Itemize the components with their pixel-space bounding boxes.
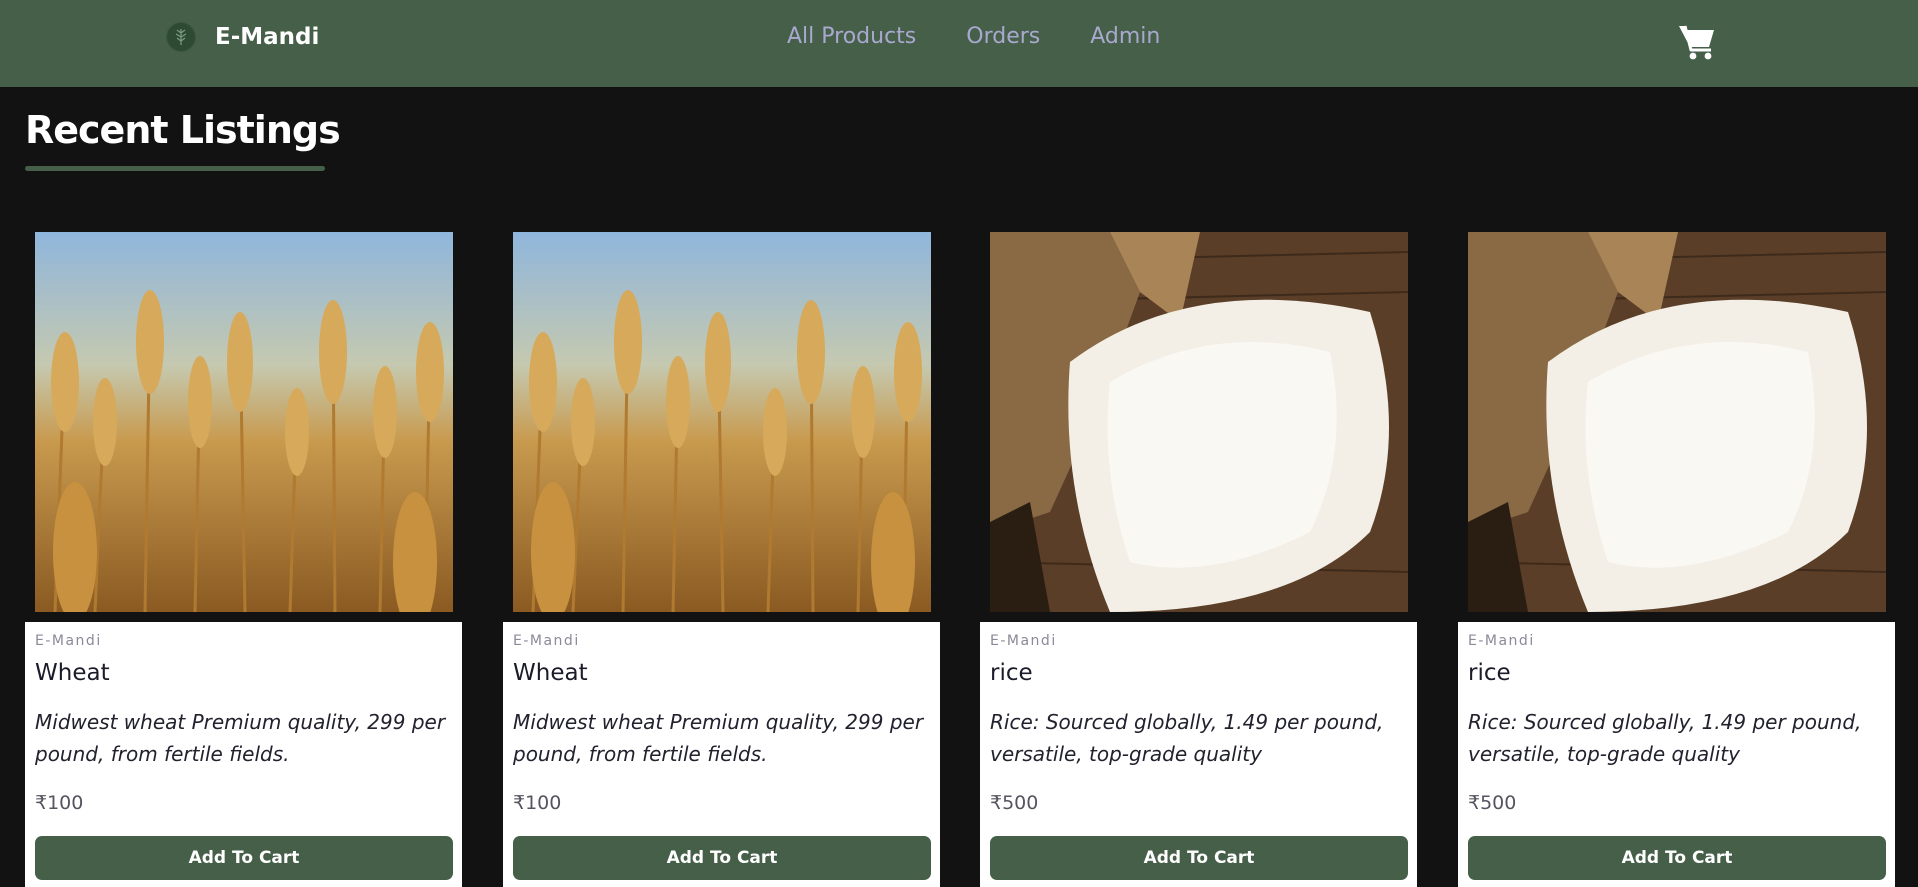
product-card-body: E-Mandi Wheat Midwest wheat Premium qual… bbox=[503, 622, 940, 887]
product-card: E-Mandi Wheat Midwest wheat Premium qual… bbox=[25, 222, 462, 887]
product-title[interactable]: Wheat bbox=[35, 660, 110, 686]
product-card: E-Mandi rice Rice: Sourced globally, 1.4… bbox=[980, 222, 1417, 887]
wheat-field-image[interactable] bbox=[513, 232, 931, 612]
rice-sack-image[interactable] bbox=[990, 232, 1408, 612]
product-grid: E-Mandi Wheat Midwest wheat Premium qual… bbox=[0, 0, 1918, 887]
product-title[interactable]: Wheat bbox=[513, 660, 588, 686]
product-card: E-Mandi Wheat Midwest wheat Premium qual… bbox=[503, 222, 940, 887]
product-price: ₹500 bbox=[990, 792, 1039, 814]
add-to-cart-button[interactable]: Add To Cart bbox=[990, 836, 1408, 880]
product-card-body: E-Mandi rice Rice: Sourced globally, 1.4… bbox=[1458, 622, 1895, 887]
product-brand: E-Mandi bbox=[35, 633, 102, 649]
add-to-cart-button[interactable]: Add To Cart bbox=[513, 836, 931, 880]
product-brand: E-Mandi bbox=[990, 633, 1057, 649]
wheat-field-image[interactable] bbox=[35, 232, 453, 612]
product-description: Midwest wheat Premium quality, 299 per p… bbox=[35, 710, 446, 766]
product-brand: E-Mandi bbox=[513, 633, 580, 649]
product-brand: E-Mandi bbox=[1468, 633, 1535, 649]
product-price: ₹100 bbox=[35, 792, 84, 814]
product-title[interactable]: rice bbox=[1468, 660, 1511, 686]
product-description: Rice: Sourced globally, 1.49 per pound, … bbox=[1468, 710, 1862, 766]
product-card: E-Mandi rice Rice: Sourced globally, 1.4… bbox=[1458, 222, 1895, 887]
product-title[interactable]: rice bbox=[990, 660, 1033, 686]
product-description: Midwest wheat Premium quality, 299 per p… bbox=[513, 710, 924, 766]
add-to-cart-button[interactable]: Add To Cart bbox=[1468, 836, 1886, 880]
add-to-cart-button[interactable]: Add To Cart bbox=[35, 836, 453, 880]
product-card-body: E-Mandi rice Rice: Sourced globally, 1.4… bbox=[980, 622, 1417, 887]
rice-sack-image[interactable] bbox=[1468, 232, 1886, 612]
product-card-body: E-Mandi Wheat Midwest wheat Premium qual… bbox=[25, 622, 462, 887]
product-price: ₹100 bbox=[513, 792, 562, 814]
product-description: Rice: Sourced globally, 1.49 per pound, … bbox=[990, 710, 1384, 766]
product-price: ₹500 bbox=[1468, 792, 1517, 814]
